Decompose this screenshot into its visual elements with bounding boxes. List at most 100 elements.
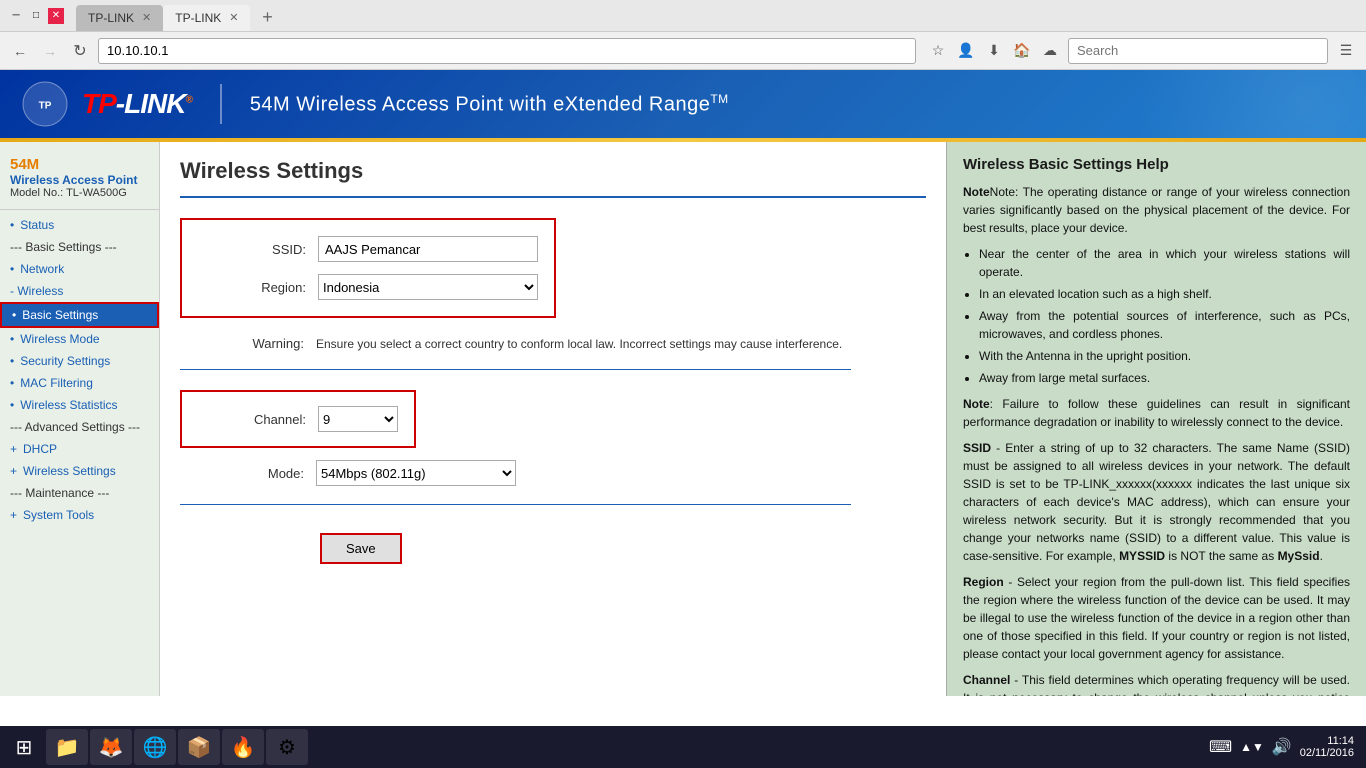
sidebar-item-wireless[interactable]: - Wireless (0, 280, 159, 302)
save-area: Save (320, 517, 926, 564)
brand-logo: TP-LINK® (82, 88, 192, 120)
tplink-header: TP TP-LINK® 54M Wireless Access Point wi… (0, 70, 1366, 138)
region-select[interactable]: Indonesia United States Japan Europe Oth… (318, 274, 538, 300)
sidebar-section-advanced: --- Advanced Settings --- (0, 416, 159, 438)
dot-icon: + (10, 464, 17, 478)
sidebar-section-basic: --- Basic Settings --- (0, 236, 159, 258)
main-layout: 54M Wireless Access Point Model No.: TL-… (0, 142, 1366, 696)
help-panel: Wireless Basic Settings Help NoteNote: T… (946, 142, 1366, 696)
myssid2-bold: MySsid (1278, 549, 1320, 563)
svg-text:TP: TP (39, 101, 52, 112)
new-tab-button[interactable]: + (254, 5, 280, 31)
taskbar-settings[interactable]: ⚙ (266, 729, 308, 765)
taskbar-file-explorer[interactable]: 📁 (46, 729, 88, 765)
back-button[interactable]: ← (8, 39, 32, 63)
bullet-2: In an elevated location such as a high s… (979, 285, 1350, 303)
clock-date: 02/11/2016 (1300, 747, 1354, 759)
tab-1-close[interactable]: ✕ (142, 11, 151, 24)
sidebar-label: Status (20, 218, 54, 232)
close-button[interactable]: ✕ (48, 8, 64, 24)
help-note1: NoteNote: The operating distance or rang… (963, 183, 1350, 237)
form-divider-2 (180, 504, 851, 505)
maximize-button[interactable]: □ (28, 8, 44, 24)
dot-icon: • (10, 376, 14, 390)
tab-1-label: TP-LINK (88, 11, 134, 25)
sidebar-label: Wireless Mode (20, 332, 99, 346)
ssid-input[interactable] (318, 236, 538, 262)
sidebar-item-network[interactable]: • Network (0, 258, 159, 280)
mode-select[interactable]: 54Mbps (802.11g) 11Mbps (802.11b) 108Mbp… (316, 460, 516, 486)
save-button[interactable]: Save (320, 533, 402, 564)
bullet-5: Away from large metal surfaces. (979, 369, 1350, 387)
dot-icon: • (10, 262, 14, 276)
search-input[interactable] (1068, 38, 1328, 64)
device-model: Model No.: TL-WA500G (10, 187, 149, 199)
tab-2[interactable]: TP-LINK ✕ (163, 5, 250, 31)
reader-icon[interactable]: 👤 (954, 39, 978, 63)
channel-row: Channel: 1234 5678 91011 1213 (198, 400, 398, 438)
sidebar-item-wireless-stats[interactable]: • Wireless Statistics (0, 394, 159, 416)
ssid-value (318, 236, 538, 262)
menu-icon[interactable]: ☰ (1334, 39, 1358, 63)
sidebar-label: - Wireless (10, 284, 63, 298)
region-label: Region: (198, 280, 318, 295)
device-name: 54M (10, 156, 149, 173)
dot-icon: • (10, 332, 14, 346)
taskbar-firefox-alt[interactable]: 🔥 (222, 729, 264, 765)
section-label: --- Maintenance --- (10, 486, 109, 500)
clock-time: 11:14 (1300, 735, 1354, 747)
start-button[interactable]: ⊞ (4, 729, 44, 765)
form-divider-1 (180, 369, 851, 370)
minimize-button[interactable]: ─ (8, 8, 24, 24)
section-label: --- Basic Settings --- (10, 240, 117, 254)
volume-icon: 🔊 (1272, 737, 1292, 757)
taskbar-firefox[interactable]: 🦊 (90, 729, 132, 765)
content-area: Wireless Settings SSID: Region: Indonesi… (160, 142, 946, 696)
download-icon[interactable]: ⬇ (982, 39, 1006, 63)
header-divider (220, 84, 222, 124)
tab-2-close[interactable]: ✕ (229, 11, 238, 24)
channel-select[interactable]: 1234 5678 91011 1213 (318, 406, 398, 432)
sidebar-item-basic-settings[interactable]: • Basic Settings (0, 302, 159, 328)
sidebar-item-wireless-mode[interactable]: • Wireless Mode (0, 328, 159, 350)
sidebar-item-wireless-settings[interactable]: + Wireless Settings (0, 460, 159, 482)
sidebar-item-dhcp[interactable]: + DHCP (0, 438, 159, 460)
sidebar-item-system-tools[interactable]: + System Tools (0, 504, 159, 526)
taskbar-virtualbox[interactable]: 📦 (178, 729, 220, 765)
region-row: Region: Indonesia United States Japan Eu… (198, 268, 538, 306)
sidebar-item-status[interactable]: • Status (0, 214, 159, 236)
dot-icon: • (10, 218, 14, 232)
header-title: 54M Wireless Access Point with eXtended … (250, 92, 729, 117)
header-decoration (1066, 70, 1366, 138)
bullet-4: With the Antenna in the upright position… (979, 347, 1350, 365)
help-bullets: Near the center of the area in which you… (979, 245, 1350, 387)
tab-2-label: TP-LINK (175, 11, 221, 25)
dot-icon: + (10, 442, 17, 456)
help-title: Wireless Basic Settings Help (963, 156, 1350, 173)
note-bold: Note (963, 185, 990, 199)
sidebar-item-security[interactable]: • Security Settings (0, 350, 159, 372)
bookmark-icon[interactable]: ☆ (926, 39, 950, 63)
channel-value: 1234 5678 91011 1213 (318, 406, 398, 432)
home-icon[interactable]: 🏠 (1010, 39, 1034, 63)
warning-row: Warning: Ensure you select a correct cou… (196, 330, 926, 357)
reload-button[interactable]: ↻ (68, 39, 92, 63)
device-type: Wireless Access Point (10, 173, 149, 187)
region-bold: Region (963, 575, 1004, 589)
sidebar-item-mac-filtering[interactable]: • MAC Filtering (0, 372, 159, 394)
sidebar-label: Network (20, 262, 64, 276)
myssid-bold: MYSSID (1119, 549, 1165, 563)
device-info: 54M Wireless Access Point Model No.: TL-… (0, 150, 159, 210)
sidebar-label: DHCP (23, 442, 57, 456)
title-bar: ─ □ ✕ TP-LINK ✕ TP-LINK ✕ + (0, 0, 1366, 32)
help-ssid: SSID - Enter a string of up to 32 charac… (963, 439, 1350, 565)
dot-icon: + (10, 508, 17, 522)
help-channel: Channel - This field determines which op… (963, 671, 1350, 696)
sidebar-label: MAC Filtering (20, 376, 93, 390)
forward-button[interactable]: → (38, 39, 62, 63)
pocket-icon[interactable]: ☁ (1038, 39, 1062, 63)
address-input[interactable] (98, 38, 916, 64)
taskbar-chrome[interactable]: 🌐 (134, 729, 176, 765)
address-bar-row: ← → ↻ ☆ 👤 ⬇ 🏠 ☁ ☰ (0, 32, 1366, 70)
tab-1[interactable]: TP-LINK ✕ (76, 5, 163, 31)
